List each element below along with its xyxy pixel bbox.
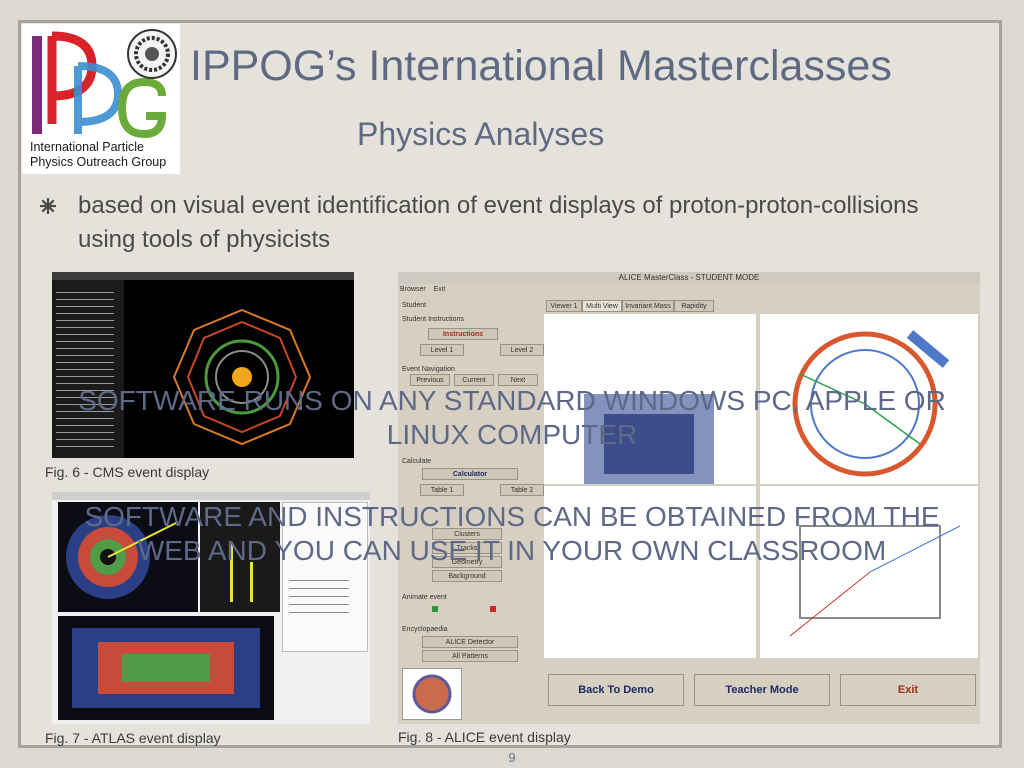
alice-all-patterns-button: All Patterns <box>422 650 518 662</box>
atlas-caption: Fig. 7 - ATLAS event display <box>45 730 221 746</box>
alice-menu: Browser Exit <box>400 286 445 293</box>
alice-instructions-button: Instructions <box>428 328 498 340</box>
overlay-software-instructions-line-1: SOFTWARE AND INSTRUCTIONS CAN BE OBTAINE… <box>84 501 940 532</box>
overlay-software-instructions-line-2: WEB AND YOU CAN USE IT IN YOUR OWN CLASS… <box>137 535 887 566</box>
overlay-software-runs-line-1: SOFTWARE RUNS ON ANY STANDARD WINDOWS PC… <box>78 385 946 416</box>
cms-window-titlebar <box>52 272 354 280</box>
alice-animate-event: Animate event <box>402 594 447 601</box>
alice-tab-viewer: Viewer 1 <box>546 300 582 312</box>
alice-caption: Fig. 8 - ALICE event display <box>398 729 571 745</box>
alice-encyclopaedia: Encyclopaedia <box>402 626 448 633</box>
alice-calculate: Calculate <box>402 458 432 465</box>
alice-back-to-demo: Back To Demo <box>548 674 684 706</box>
alice-menu-exit: Exit <box>433 286 446 293</box>
alice-event-navigation: Event Navigation <box>402 366 455 373</box>
alice-menu-browser: Browser <box>400 286 426 293</box>
bullet-text: based on visual event identification of … <box>78 192 919 253</box>
overlay-software-instructions: SOFTWARE AND INSTRUCTIONS CAN BE OBTAINE… <box>0 500 1024 568</box>
alice-table-2: Table 2 <box>500 484 544 496</box>
slide-subtitle: Physics Analyses <box>357 116 605 152</box>
alice-exit-button: Exit <box>840 674 976 706</box>
alice-background: Background <box>432 570 502 582</box>
alice-teacher-mode: Teacher Mode <box>694 674 830 706</box>
alice-level-1: Level 1 <box>420 344 464 356</box>
alice-tab-invariant-mass: Invariant Mass <box>622 300 674 312</box>
alice-tab-multiview: Multi View <box>582 300 622 312</box>
alice-event-display-image: ALICE MasterClass - STUDENT MODE Browser… <box>398 272 980 724</box>
logo-tagline: International Particle Physics Outreach … <box>30 140 190 170</box>
page-number: 9 <box>508 750 516 765</box>
logo-tagline-line-1: International Particle <box>30 140 144 154</box>
ippog-logo: International Particle Physics Outreach … <box>22 24 180 174</box>
alice-thumbnail <box>402 668 462 720</box>
alice-tab-bar: Viewer 1 Multi View Invariant Mass Rapid… <box>546 300 976 312</box>
overlay-software-runs-line-2: LINUX COMPUTER <box>386 419 638 450</box>
asterisk-bullet-icon <box>40 198 56 214</box>
alice-student-label: Student <box>402 302 427 309</box>
stop-icon <box>490 606 496 612</box>
logo-tagline-line-2: Physics Outreach Group <box>30 155 167 169</box>
alice-calculator: Calculator <box>422 468 518 480</box>
alice-window-title: ALICE MasterClass - STUDENT MODE <box>398 272 980 284</box>
alice-instructions-group: Student Instructions <box>402 316 464 323</box>
cms-caption: Fig. 6 - CMS event display <box>45 464 210 480</box>
alice-detector-button: ALICE Detector <box>422 636 518 648</box>
overlay-software-runs: SOFTWARE RUNS ON ANY STANDARD WINDOWS PC… <box>0 384 1024 452</box>
alice-level-2: Level 2 <box>500 344 544 356</box>
alice-table-1: Table 1 <box>420 484 464 496</box>
ippog-logo-mark <box>32 29 177 139</box>
alice-tab-rapidity: Rapidity <box>674 300 714 312</box>
atlas-side-view <box>58 616 274 720</box>
slide-title: IPPOG’s International Masterclasses <box>190 42 892 90</box>
play-icon <box>432 606 438 612</box>
